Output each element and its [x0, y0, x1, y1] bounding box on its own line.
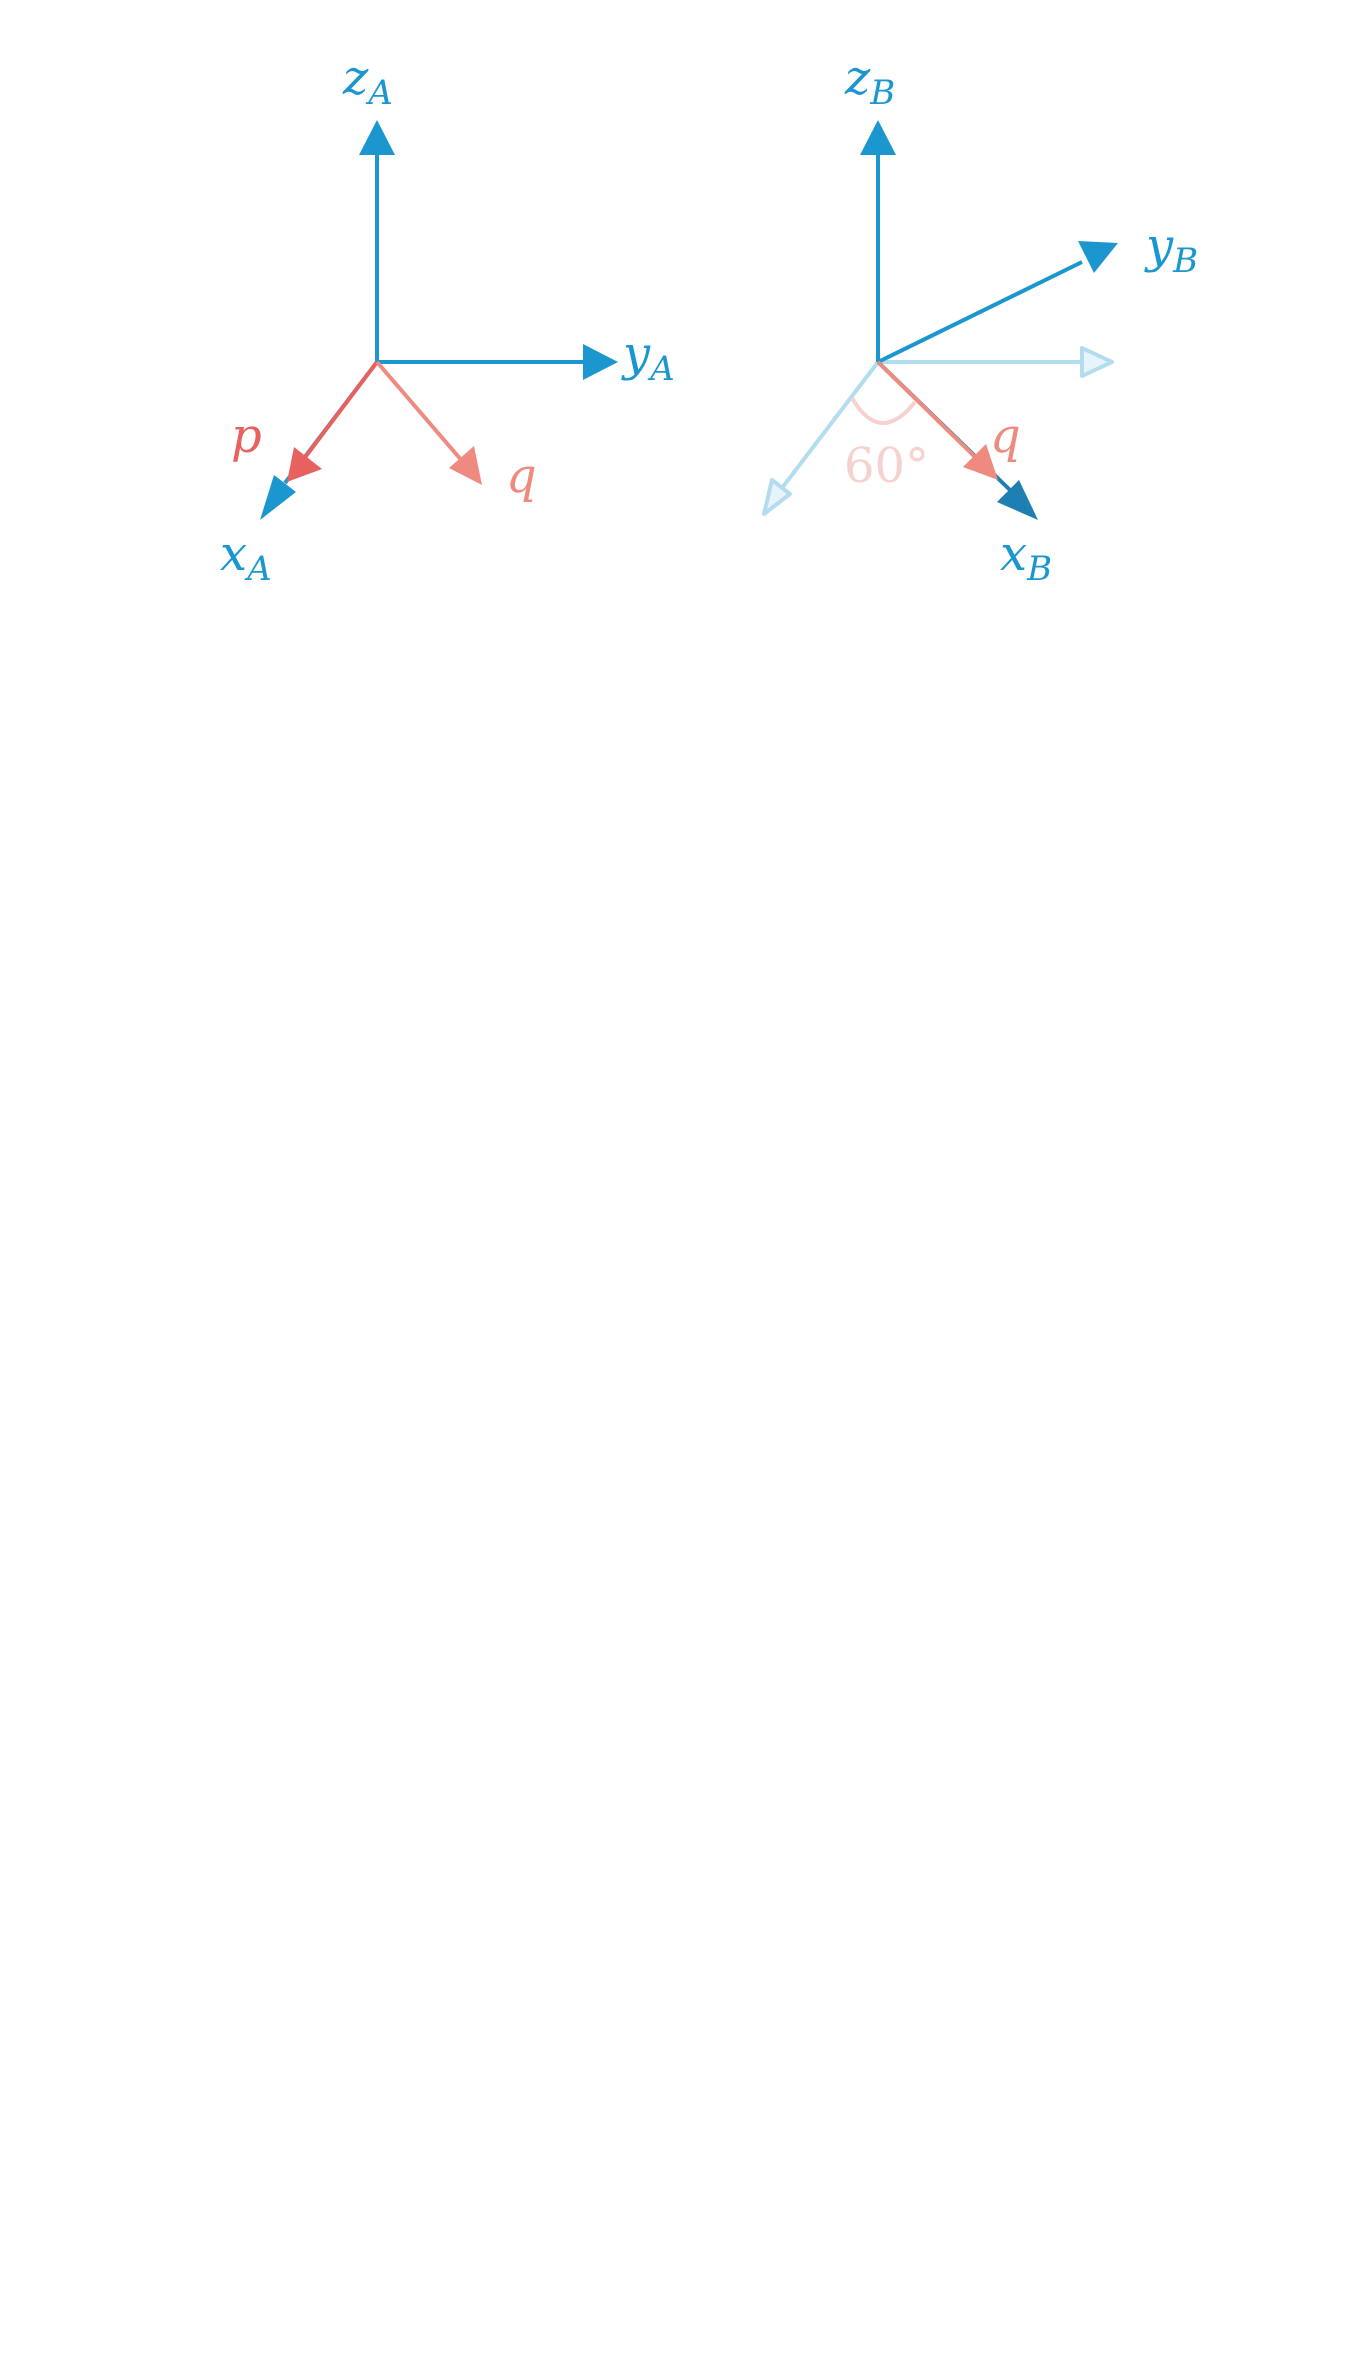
frame-b-y-arrowhead: [1078, 241, 1118, 273]
coordinate-frames-diagram: zA yA xA p q 60° zB yB xB q: [220, 50, 1198, 589]
frame-a: zA yA xA p q: [220, 50, 675, 589]
frame-a-x-arrowhead: [260, 475, 296, 520]
frame-b-x-label: xB: [1000, 526, 1052, 589]
vector-q-a: [375, 360, 465, 464]
vector-p-label: p: [231, 408, 262, 464]
vector-p: [301, 360, 379, 462]
frame-a-x-label: xA: [220, 526, 272, 589]
frame-b-y-axis: [877, 260, 1083, 364]
vector-q-b-label: q: [990, 408, 1021, 464]
frame-a-z-label: zA: [342, 50, 393, 113]
frame-b-z-label: zB: [844, 50, 895, 113]
vector-q-a-label: q: [506, 448, 537, 504]
frame-b-y-label: yB: [1144, 218, 1198, 281]
rotation-angle-arc: [850, 396, 917, 425]
frame-b: 60° zB yB xB q: [762, 50, 1198, 589]
vector-p-arrowhead: [287, 447, 322, 482]
frame-b-z-arrowhead: [860, 120, 896, 155]
frame-b-original-y-arrowhead: [1080, 346, 1114, 378]
frame-a-y-arrowhead: [583, 344, 618, 380]
frame-a-z-arrowhead: [359, 120, 395, 155]
rotation-angle-label: 60°: [844, 438, 929, 494]
frame-a-y-label: yA: [621, 326, 675, 389]
